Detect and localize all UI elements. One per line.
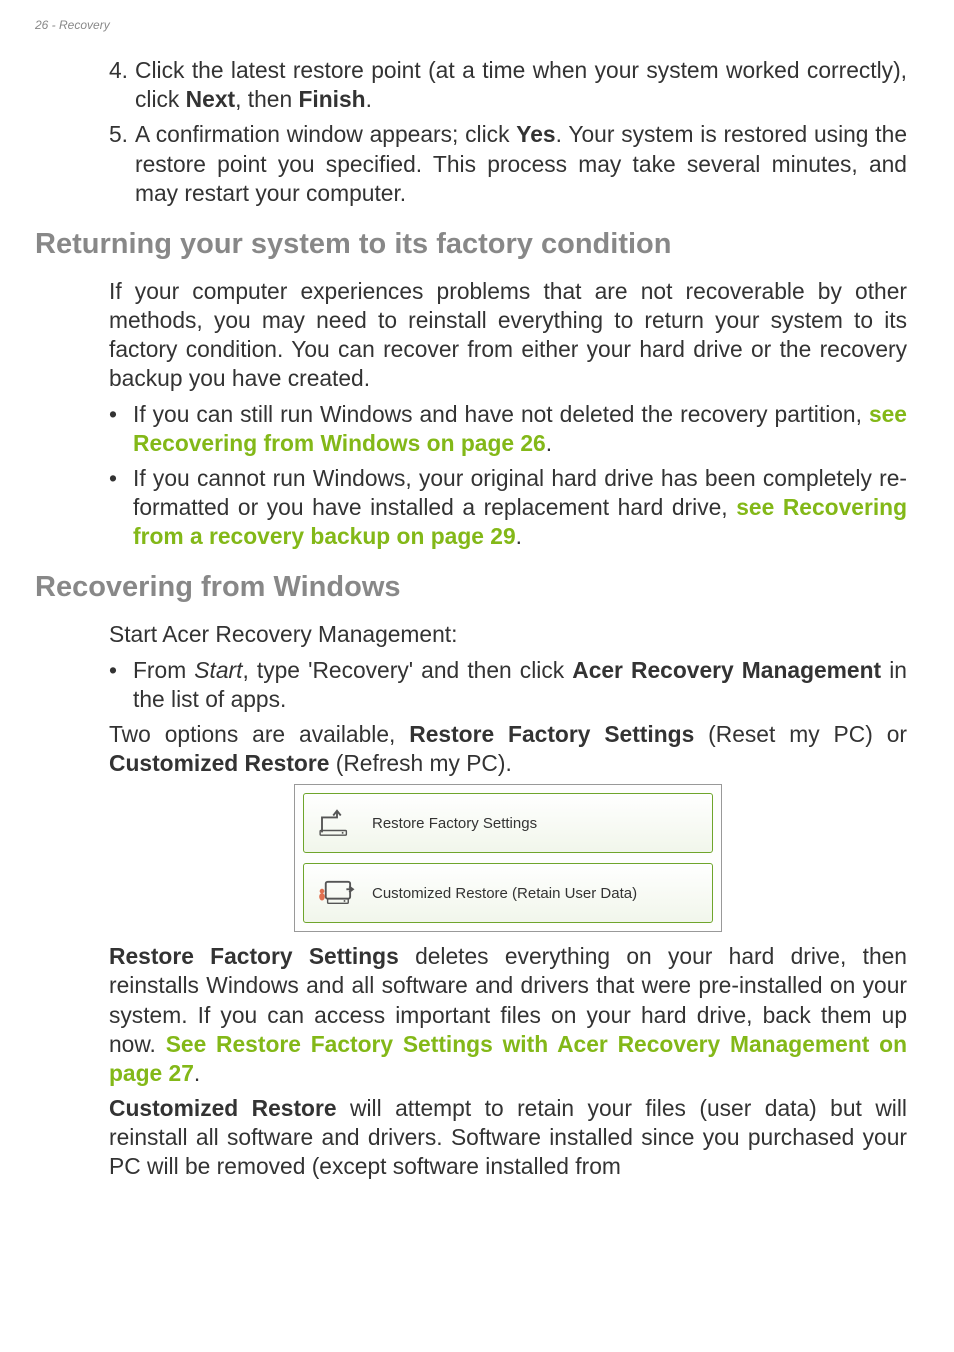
bold-text: Customized Restore (109, 1095, 337, 1121)
body-text: , then (235, 86, 298, 112)
bullet-marker: • (109, 464, 133, 552)
bold-text: Yes (516, 121, 555, 147)
link-restore-factory[interactable]: See Restore Factory Settings with Acer R… (109, 1031, 907, 1086)
body-text: Two options are available, (109, 721, 409, 747)
body-text: A confirmation window appears; click (135, 121, 516, 147)
page-header: 26 - Recovery (35, 18, 919, 32)
bullet-marker: • (109, 400, 133, 458)
bold-text: Restore Factory Settings (109, 943, 399, 969)
body-text: . (516, 523, 522, 549)
bullet-item: • From Start, type 'Recovery' and then c… (109, 656, 907, 714)
paragraph: Restore Factory Settings deletes everyth… (109, 942, 907, 1088)
list-number: 5. (109, 120, 135, 208)
body-text: . (194, 1060, 200, 1086)
paragraph: Two options are available, Restore Facto… (109, 720, 907, 778)
list-item-4: 4. Click the latest restore point (at a … (109, 56, 907, 114)
body-text: , type 'Recovery' and then click (242, 657, 572, 683)
body-text: From (133, 657, 194, 683)
paragraph: Start Acer Recovery Management: (109, 620, 907, 649)
body-text: (Reset my PC) or (694, 721, 907, 747)
body-text: If you can still run Windows and have no… (133, 401, 869, 427)
restore-factory-settings-button[interactable]: Restore Factory Settings (303, 793, 713, 853)
bold-text: Acer Recovery Management (572, 657, 881, 683)
body-text: . (366, 86, 372, 112)
body-text: . (546, 430, 552, 456)
bold-text: Restore Factory Settings (409, 721, 694, 747)
heading-returning: Returning your system to its factory con… (35, 228, 919, 261)
paragraph: If your computer experiences problems th… (109, 277, 907, 394)
list-item-5: 5. A confirmation window appears; click … (109, 120, 907, 208)
bold-text: Customized Restore (109, 750, 329, 776)
list-number: 4. (109, 56, 135, 114)
customized-restore-icon (318, 878, 356, 908)
main-content: 4. Click the latest restore point (at a … (35, 56, 919, 208)
section-content: If your computer experiences problems th… (35, 277, 919, 552)
body-text: (Refresh my PC). (329, 750, 511, 776)
bullet-item: • If you cannot run Windows, your origin… (109, 464, 907, 552)
section-content: Start Acer Recovery Management: • From S… (35, 620, 919, 1181)
heading-recovering-windows: Recovering from Windows (35, 571, 919, 604)
italic-text: Start (194, 657, 242, 683)
customized-restore-button[interactable]: Customized Restore (Retain User Data) (303, 863, 713, 923)
bullet-marker: • (109, 656, 133, 714)
option-label: Restore Factory Settings (372, 815, 537, 832)
bold-text: Finish (298, 86, 365, 112)
option-label: Customized Restore (Retain User Data) (372, 885, 637, 902)
recovery-options-screenshot: Restore Factory Settings Customized Rest… (294, 784, 722, 932)
paragraph: Customized Restore will attempt to retai… (109, 1094, 907, 1182)
bullet-item: • If you can still run Windows and have … (109, 400, 907, 458)
restore-factory-icon (318, 808, 356, 838)
bold-text: Next (186, 86, 235, 112)
